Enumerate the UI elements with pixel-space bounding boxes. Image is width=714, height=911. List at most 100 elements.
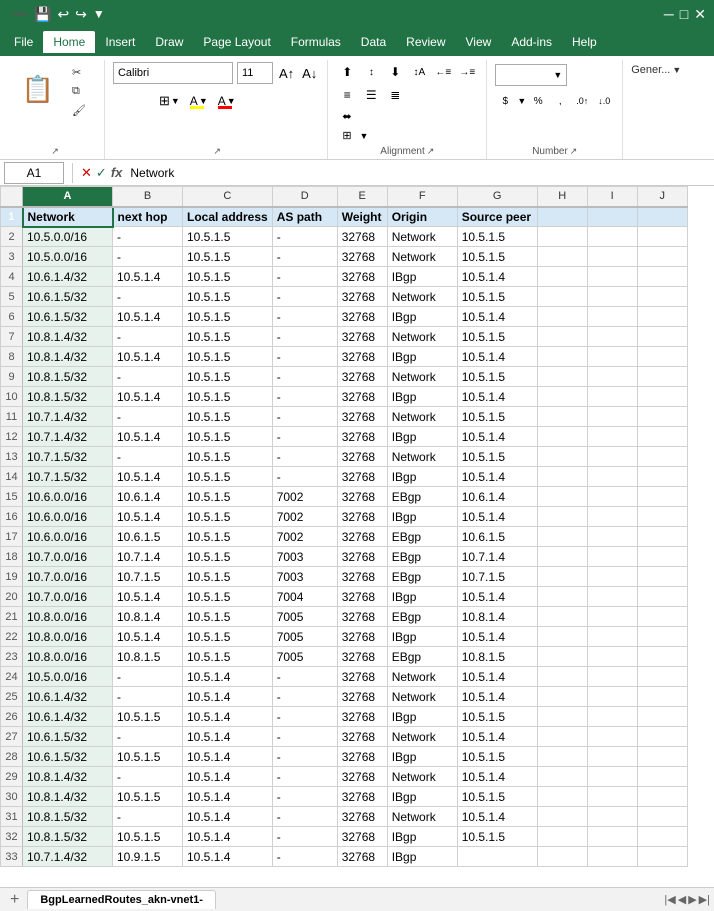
row-number-22[interactable]: 22 [1,627,23,647]
cell-15-E[interactable]: 32768 [337,487,387,507]
row-number-29[interactable]: 29 [1,767,23,787]
cell-3-D[interactable]: - [272,247,337,267]
cell-2-G[interactable]: 10.5.1.5 [457,227,537,247]
cell-empty[interactable] [537,407,587,427]
cell-23-D[interactable]: 7005 [272,647,337,667]
cell-31-D[interactable]: - [272,807,337,827]
font-shrink-button[interactable]: A↓ [300,65,319,82]
cell-16-B[interactable]: 10.5.1.4 [113,507,183,527]
cell-4-E[interactable]: 32768 [337,267,387,287]
save-icon[interactable]: 💾 [34,6,51,23]
cell-3-C[interactable]: 10.5.1.5 [183,247,273,267]
row-number-33[interactable]: 33 [1,847,23,867]
cell-empty[interactable] [537,727,587,747]
cell-11-C[interactable]: 10.5.1.5 [183,407,273,427]
cell-empty[interactable] [537,507,587,527]
merge-dropdown-icon[interactable]: ▼ [360,131,369,141]
sheet-tab-main[interactable]: BgpLearnedRoutes_akn-vnet1- [27,890,216,909]
sheet-scroll[interactable]: A B C D E F G H I J 1Networknext hopLoca… [0,186,714,887]
col-header-I[interactable]: I [587,187,637,207]
cell-17-B[interactable]: 10.6.1.5 [113,527,183,547]
increase-decimal-button[interactable]: .0↑ [572,91,592,111]
cell-empty[interactable] [537,567,587,587]
menu-formulas[interactable]: Formulas [281,31,351,53]
cell-empty[interactable] [587,367,637,387]
cell-empty[interactable] [637,347,687,367]
cancel-formula-icon[interactable]: ✕ [81,165,92,181]
cell-empty[interactable] [637,487,687,507]
cell-empty[interactable] [637,567,687,587]
cell-33-B[interactable]: 10.9.1.5 [113,847,183,867]
general-dropdown-icon[interactable]: ▼ [672,65,681,75]
number-expand-icon[interactable]: ↗ [570,146,578,157]
indent-decrease-button[interactable]: ←≡ [432,62,454,82]
cell-23-B[interactable]: 10.8.1.5 [113,647,183,667]
cell-15-C[interactable]: 10.5.1.5 [183,487,273,507]
cell-22-F[interactable]: IBgp [387,627,457,647]
cell-9-D[interactable]: - [272,367,337,387]
maximize-icon[interactable]: □ [680,6,688,23]
cell-empty[interactable] [587,427,637,447]
minimize-icon[interactable]: ─ [664,6,674,23]
cell-13-E[interactable]: 32768 [337,447,387,467]
menu-addins[interactable]: Add-ins [501,31,562,53]
col-header-A[interactable]: A [23,187,113,207]
cell-23-E[interactable]: 32768 [337,647,387,667]
cell-empty[interactable] [587,247,637,267]
row-number-12[interactable]: 12 [1,427,23,447]
cell-empty[interactable] [587,567,637,587]
cell-empty[interactable] [587,847,637,867]
font-expand-icon[interactable]: ↗ [213,146,221,157]
align-top-button[interactable]: ⬆ [336,62,358,82]
cell-18-B[interactable]: 10.7.1.4 [113,547,183,567]
cell-27-C[interactable]: 10.5.1.4 [183,727,273,747]
cell-22-C[interactable]: 10.5.1.5 [183,627,273,647]
cell-11-B[interactable]: - [113,407,183,427]
cell-19-G[interactable]: 10.7.1.5 [457,567,537,587]
cell-13-C[interactable]: 10.5.1.5 [183,447,273,467]
cell-29-A[interactable]: 10.8.1.4/32 [23,767,113,787]
cell-empty[interactable] [537,847,587,867]
row-number-8[interactable]: 8 [1,347,23,367]
menu-home[interactable]: Home [43,31,95,53]
cell-18-D[interactable]: 7003 [272,547,337,567]
cell-empty[interactable] [587,687,637,707]
cell-22-A[interactable]: 10.8.0.0/16 [23,627,113,647]
cell-4-G[interactable]: 10.5.1.4 [457,267,537,287]
add-sheet-button[interactable]: + [4,891,25,909]
cell-15-G[interactable]: 10.6.1.4 [457,487,537,507]
cell-6-D[interactable]: - [272,307,337,327]
cell-empty[interactable] [637,467,687,487]
cell-empty[interactable] [537,247,587,267]
cell-29-B[interactable]: - [113,767,183,787]
cell-empty[interactable] [637,647,687,667]
cell-21-E[interactable]: 32768 [337,607,387,627]
cell-11-D[interactable]: - [272,407,337,427]
cell-empty[interactable] [587,707,637,727]
cell-10-B[interactable]: 10.5.1.4 [113,387,183,407]
cell-24-G[interactable]: 10.5.1.4 [457,667,537,687]
cell-1-A[interactable]: Network [23,207,113,227]
undo-icon[interactable]: ↩ [57,6,69,23]
border-dropdown-icon[interactable]: ▼ [171,96,180,106]
cell-25-B[interactable]: - [113,687,183,707]
row-number-32[interactable]: 32 [1,827,23,847]
cell-empty[interactable] [637,207,687,227]
cell-empty[interactable] [637,667,687,687]
menu-file[interactable]: File [4,31,43,53]
cell-empty[interactable] [537,387,587,407]
cell-16-A[interactable]: 10.6.0.0/16 [23,507,113,527]
align-left-button[interactable]: ≡ [336,85,358,105]
cell-12-C[interactable]: 10.5.1.5 [183,427,273,447]
cell-30-E[interactable]: 32768 [337,787,387,807]
menu-draw[interactable]: Draw [145,31,193,53]
cell-14-B[interactable]: 10.5.1.4 [113,467,183,487]
cell-19-D[interactable]: 7003 [272,567,337,587]
cell-29-F[interactable]: Network [387,767,457,787]
cell-25-A[interactable]: 10.6.1.4/32 [23,687,113,707]
cell-5-C[interactable]: 10.5.1.5 [183,287,273,307]
cell-23-F[interactable]: EBgp [387,647,457,667]
cell-empty[interactable] [587,607,637,627]
cell-empty[interactable] [637,287,687,307]
cell-empty[interactable] [637,327,687,347]
